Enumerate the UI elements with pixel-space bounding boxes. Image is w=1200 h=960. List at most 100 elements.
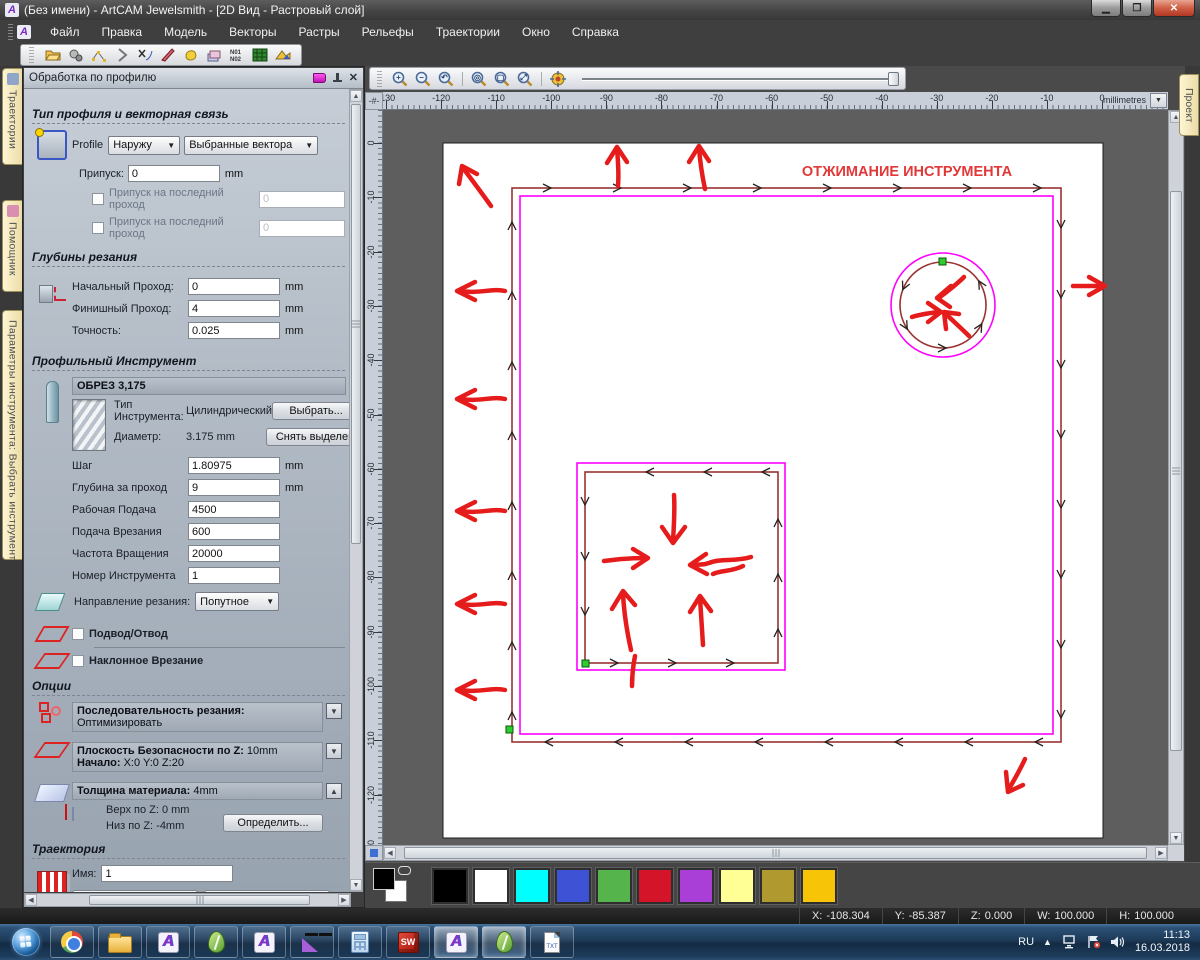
expand-button[interactable]: ▼ (326, 743, 342, 759)
palette-swatch-4[interactable] (595, 866, 633, 905)
relief-icon[interactable] (274, 47, 291, 64)
select-tool-button[interactable]: Выбрать... (272, 402, 351, 420)
last-pass-checkbox-2[interactable] (92, 222, 104, 234)
volume-icon[interactable] (1110, 935, 1126, 949)
nc-program-icon[interactable]: N01 N02 (228, 47, 245, 64)
calculate-later-button[interactable]: Вычислить позже (72, 890, 198, 892)
preferences-icon[interactable] (67, 47, 84, 64)
scroll-left-icon[interactable]: ◀ (384, 847, 396, 859)
scroll-left-icon[interactable]: ◀ (25, 894, 37, 906)
scrollbar-thumb[interactable] (351, 104, 361, 544)
primary-color-swatch[interactable] (373, 867, 395, 890)
scrollbar-thumb[interactable] (89, 895, 310, 905)
restore-button[interactable]: ❐ (1122, 0, 1152, 17)
sidebar-tab-1[interactable]: Помощник (2, 200, 22, 292)
clock[interactable]: 11:13 16.03.2018 (1135, 929, 1190, 955)
field-input[interactable] (188, 545, 280, 562)
lead-checkbox[interactable] (72, 628, 84, 640)
scrollbar-thumb[interactable] (1170, 191, 1182, 751)
menubar-grip[interactable] (8, 24, 13, 40)
menu-item-8[interactable]: Справка (561, 22, 630, 42)
menu-item-2[interactable]: Модель (153, 22, 218, 42)
action-center-flag-icon[interactable] (1086, 935, 1101, 949)
start-node[interactable] (505, 725, 514, 734)
field-input[interactable] (188, 479, 280, 496)
zoom-out-icon[interactable]: − (414, 70, 432, 88)
bitmap-grid-icon[interactable] (251, 47, 268, 64)
vector-association-select[interactable]: Выбранные вектора ▼ (184, 135, 319, 155)
taskbar-app-explorer[interactable] (98, 926, 142, 958)
shape-icon[interactable] (182, 47, 199, 64)
menu-item-0[interactable]: Файл (39, 22, 91, 42)
arrow-icon[interactable] (113, 47, 130, 64)
palette-swatch-2[interactable] (513, 866, 551, 905)
toolpath-name-input[interactable] (101, 865, 234, 882)
taskbar-app-calculator[interactable] (338, 926, 382, 958)
minimize-button[interactable]: ▁ (1091, 0, 1121, 17)
field-input[interactable] (188, 567, 280, 584)
close-button[interactable]: ✕ (1153, 0, 1195, 17)
model-drawing[interactable]: ОТЖИМАНИЕ ИНСТРУМЕНТА (383, 110, 1168, 845)
field-input[interactable] (188, 322, 280, 339)
collapse-button[interactable]: ▲ (326, 783, 342, 799)
sidebar-tab-2[interactable]: Параметры инструмента: Выбрать инструмен… (2, 310, 22, 560)
help-book-icon[interactable] (312, 73, 326, 83)
ramp-checkbox[interactable] (72, 655, 84, 667)
start-button[interactable] (12, 928, 40, 956)
taskbar-app-vectric[interactable] (194, 926, 238, 958)
language-indicator[interactable]: RU (1018, 936, 1034, 948)
calculate-now-button[interactable]: Вычислить сейчас (204, 890, 330, 892)
profile-direction-select[interactable]: Наружу ▼ (108, 135, 181, 155)
expand-button[interactable]: ▼ (326, 703, 342, 719)
paint-icon[interactable] (159, 47, 176, 64)
palette-swatch-1[interactable] (472, 866, 510, 905)
taskbar-app-text-editor[interactable] (530, 926, 574, 958)
zoom-rect-icon[interactable]: ▢ (493, 70, 511, 88)
start-node[interactable] (938, 257, 947, 266)
menu-item-7[interactable]: Окно (511, 22, 561, 42)
last-pass-input-2[interactable] (259, 219, 345, 237)
menu-item-6[interactable]: Траектории (425, 22, 511, 42)
palette-swatch-6[interactable] (677, 866, 715, 905)
taskbar-app-vectric[interactable] (482, 926, 526, 958)
layers-icon[interactable] (205, 47, 222, 64)
zoom-slider-thumb[interactable] (887, 71, 899, 86)
allowance-input[interactable] (127, 165, 220, 182)
palette-swatch-9[interactable] (800, 866, 838, 905)
field-input[interactable] (188, 457, 280, 474)
menu-item-3[interactable]: Векторы (218, 22, 287, 42)
panel-close-icon[interactable]: ✕ (349, 72, 358, 84)
field-input[interactable] (188, 278, 280, 295)
vector-edit-icon[interactable] (136, 47, 153, 64)
zoom-slider[interactable] (581, 71, 899, 87)
palette-swatch-5[interactable] (636, 866, 674, 905)
panel-header[interactable]: Обработка по профилю ✕ (24, 68, 363, 89)
sidebar-tab-project[interactable]: Проект (1179, 74, 1199, 136)
taskbar-app-solidworks[interactable]: SW (386, 926, 430, 958)
nodes-icon[interactable] (90, 47, 107, 64)
menu-item-5[interactable]: Рельефы (351, 22, 425, 42)
zoom-object-icon[interactable]: ◎ (470, 70, 488, 88)
taskbar-app-artcam[interactable] (434, 926, 478, 958)
taskbar-app-chrome[interactable] (50, 926, 94, 958)
field-input[interactable] (188, 300, 280, 317)
menu-item-1[interactable]: Правка (91, 22, 154, 42)
taskbar-app-artcam[interactable] (242, 926, 286, 958)
palette-swatch-7[interactable] (718, 866, 756, 905)
drawing-viewport[interactable]: ОТЖИМАНИЕ ИНСТРУМЕНТА (383, 110, 1168, 845)
network-icon[interactable] (1061, 935, 1077, 949)
show-hidden-icons[interactable]: ▲ (1043, 937, 1052, 947)
zoom-previous-icon[interactable]: ↶ (437, 70, 455, 88)
primary-secondary-colors[interactable] (371, 865, 419, 906)
field-input[interactable] (188, 501, 280, 518)
zoom-in-icon[interactable]: + (391, 70, 409, 88)
define-material-button[interactable]: Определить... (223, 814, 323, 832)
last-pass-checkbox[interactable] (92, 193, 104, 205)
palette-swatch-0[interactable] (431, 866, 469, 905)
taskbar-app-artcam[interactable] (146, 926, 190, 958)
scroll-up-icon[interactable]: ▲ (350, 90, 362, 102)
ruler-units-dropdown[interactable]: ▼ (1150, 93, 1167, 108)
scroll-right-icon[interactable]: ▶ (338, 894, 350, 906)
cut-direction-select[interactable]: Попутное ▼ (195, 592, 280, 611)
link-colors-icon[interactable] (398, 865, 411, 875)
